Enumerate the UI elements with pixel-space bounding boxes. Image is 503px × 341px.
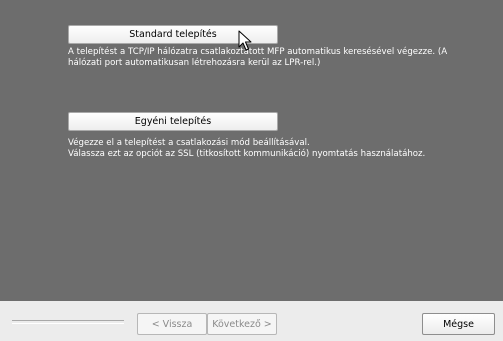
- back-button-label: < Vissza: [151, 318, 193, 330]
- cancel-button-label: Mégse: [443, 318, 474, 330]
- custom-install-description: Végezze el a telepítést a csatlakozási m…: [68, 138, 488, 160]
- custom-install-description-line-2: Válassza ezt az opciót az SSL (titkosíto…: [68, 149, 426, 159]
- custom-install-description-line-1: Végezze el a telepítést a csatlakozási m…: [68, 138, 310, 148]
- standard-install-description-line-2: hálózati port automatikusan létrehozásra…: [68, 58, 321, 68]
- custom-install-label: Egyéni telepítés: [134, 116, 212, 127]
- standard-install-description-line-1: A telepítést a TCP/IP hálózatra csatlako…: [68, 47, 448, 57]
- install-options-panel: Standard telepítés A telepítést a TCP/IP…: [0, 0, 503, 301]
- standard-install-description: A telepítést a TCP/IP hálózatra csatlako…: [68, 47, 488, 69]
- custom-install-button[interactable]: Egyéni telepítés: [68, 112, 278, 131]
- next-button[interactable]: Következő >: [207, 313, 277, 335]
- next-button-label: Következő >: [212, 318, 272, 330]
- mouse-pointer-icon: [238, 30, 252, 51]
- standard-install-label: Standard telepítés: [129, 29, 217, 40]
- back-button[interactable]: < Vissza: [137, 313, 207, 335]
- cancel-button[interactable]: Mégse: [422, 313, 495, 335]
- footer-divider: [12, 320, 124, 324]
